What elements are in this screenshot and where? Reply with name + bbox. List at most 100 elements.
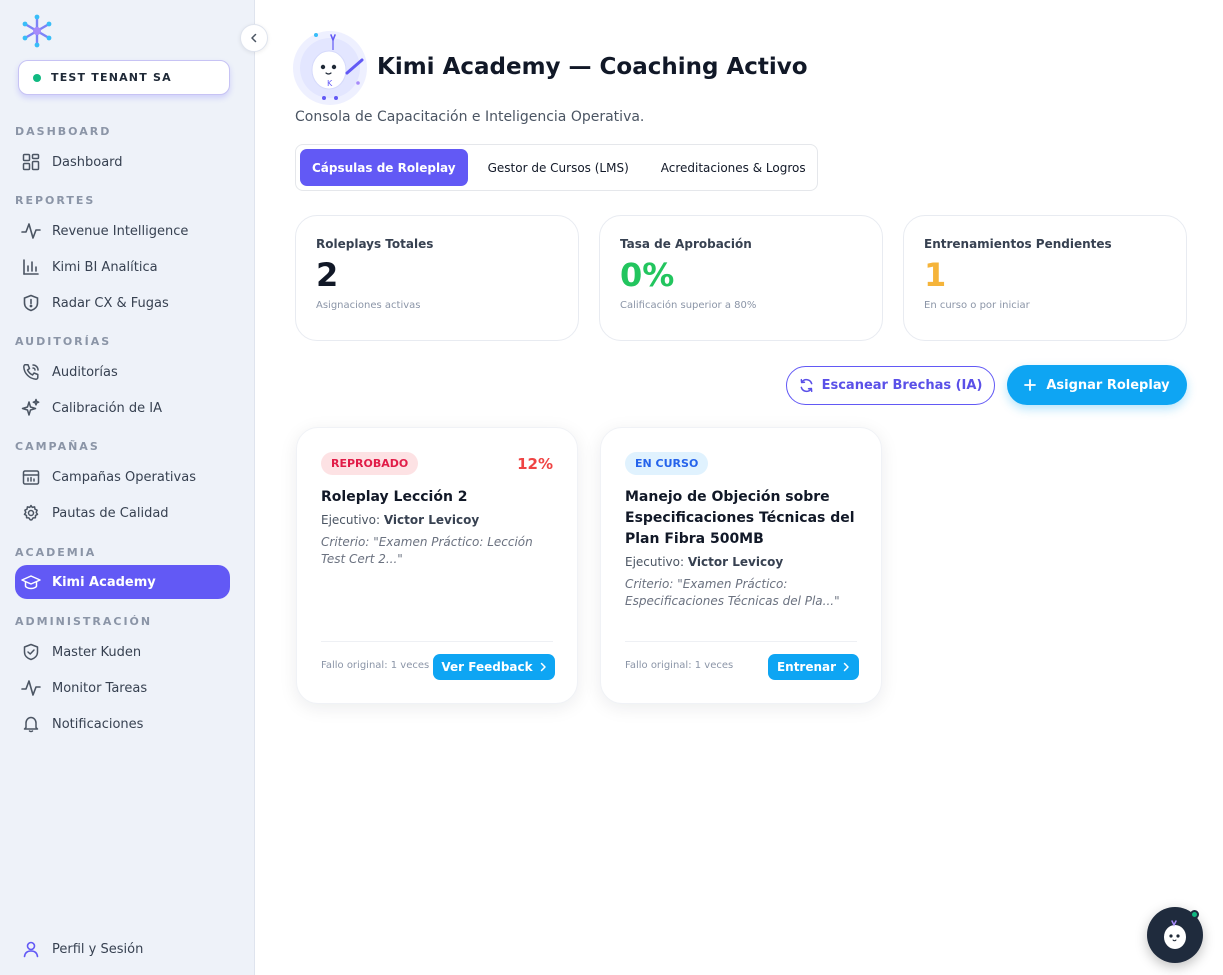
sidebar-item-kimi-bi[interactable]: Kimi BI Analítica xyxy=(15,250,230,284)
collapse-sidebar-button[interactable] xyxy=(240,24,268,52)
assign-roleplay-button[interactable]: Asignar Roleplay xyxy=(1007,365,1187,405)
stat-subtext: Calificación superior a 80% xyxy=(620,300,757,311)
page-title: Kimi Academy — Coaching Activo xyxy=(377,54,808,80)
stat-card-pendientes: Entrenamientos Pendientes 1 En curso o p… xyxy=(903,215,1187,341)
activity-icon xyxy=(21,221,41,241)
bell-icon xyxy=(21,714,41,734)
fail-count: Fallo original: 1 veces xyxy=(321,660,430,671)
app-logo-icon[interactable] xyxy=(20,14,54,48)
sidebar-item-label: Perfil y Sesión xyxy=(52,941,144,957)
refresh-icon xyxy=(800,378,812,393)
stat-value: 1 xyxy=(924,256,947,294)
sidebar-item-calibracion-ia[interactable]: Calibración de IA xyxy=(15,391,230,425)
card-title: Roleplay Lección 2 xyxy=(321,489,468,505)
view-feedback-label: Ver Feedback xyxy=(441,660,533,674)
sidebar-item-dashboard[interactable]: Dashboard xyxy=(15,145,230,179)
sparkles-icon xyxy=(21,398,41,418)
plus-icon xyxy=(1024,379,1037,391)
graduation-cap-icon xyxy=(21,572,41,592)
kimi-assistant-button[interactable] xyxy=(1147,907,1203,963)
sidebar-item-label: Revenue Intelligence xyxy=(52,223,189,239)
executive-name: Victor Levicoy xyxy=(687,555,784,569)
section-label-dashboard: DASHBOARD xyxy=(15,125,112,138)
sidebar-item-revenue-intelligence[interactable]: Revenue Intelligence xyxy=(15,214,230,248)
sidebar-item-label: Dashboard xyxy=(52,154,123,170)
sidebar-item-label: Kimi Academy xyxy=(52,574,156,590)
sidebar-item-label: Pautas de Calidad xyxy=(52,505,169,521)
card-divider xyxy=(321,641,553,642)
stat-label: Roleplays Totales xyxy=(316,237,434,251)
status-badge: EN CURSO xyxy=(625,452,709,475)
svg-text:K: K xyxy=(327,79,333,88)
view-feedback-button[interactable]: Ver Feedback xyxy=(433,654,555,680)
sidebar-item-monitor-tareas[interactable]: Monitor Tareas xyxy=(15,671,230,705)
sidebar-item-label: Auditorías xyxy=(52,364,118,380)
section-label-auditorias: AUDITORÍAS xyxy=(15,335,112,348)
sidebar-item-pautas-calidad[interactable]: Pautas de Calidad xyxy=(15,496,230,530)
chevron-left-icon xyxy=(251,33,257,43)
sidebar-item-auditorias[interactable]: Auditorías xyxy=(15,355,230,389)
chevron-right-icon xyxy=(843,662,849,672)
tab-acreditaciones[interactable]: Acreditaciones & Logros xyxy=(649,149,818,186)
status-badge: REPROBADO xyxy=(321,452,419,475)
executive-label: Ejecutivo: xyxy=(625,555,685,569)
stat-card-roleplays: Roleplays Totales 2 Asignaciones activas xyxy=(295,215,579,341)
phone-icon xyxy=(21,362,41,382)
stat-label: Entrenamientos Pendientes xyxy=(924,237,1112,251)
sidebar-item-campanas-operativas[interactable]: Campañas Operativas xyxy=(15,460,230,494)
tab-gestor-cursos[interactable]: Gestor de Cursos (LMS) xyxy=(476,149,641,186)
train-label: Entrenar xyxy=(776,660,837,674)
tenant-selector[interactable]: TEST TENANT SA xyxy=(18,60,230,95)
section-label-campanas: CAMPAÑAS xyxy=(15,440,100,453)
card-criteria: Criterio: "Examen Práctico: Especificaci… xyxy=(625,577,840,608)
chevron-right-icon xyxy=(540,662,546,672)
tenant-name: TEST TENANT SA xyxy=(51,71,172,84)
section-label-academia: ACADEMIA xyxy=(15,546,97,559)
status-online-icon xyxy=(33,73,41,82)
tab-capsulas-roleplay[interactable]: Cápsulas de Roleplay xyxy=(300,149,468,186)
shield-alert-icon xyxy=(21,293,41,313)
scan-gaps-label: Escanear Brechas (IA) xyxy=(821,378,983,393)
scan-gaps-button[interactable]: Escanear Brechas (IA) xyxy=(786,366,995,405)
roleplay-card: EN CURSO Manejo de Objeción sobre Especi… xyxy=(600,427,882,704)
score-value: 12% xyxy=(517,455,553,473)
stat-subtext: Asignaciones activas xyxy=(316,300,421,311)
online-indicator xyxy=(1190,910,1199,919)
page-subtitle: Consola de Capacitación e Inteligencia O… xyxy=(295,109,645,125)
section-label-administracion: ADMINISTRACIÓN xyxy=(15,615,153,628)
train-button[interactable]: Entrenar xyxy=(768,654,859,680)
card-executive: Ejecutivo: Victor Levicoy xyxy=(321,513,553,527)
user-icon xyxy=(21,939,41,959)
card-criteria: Criterio: "Examen Práctico: Lección Test… xyxy=(321,535,533,566)
sidebar-item-notificaciones[interactable]: Notificaciones xyxy=(15,707,230,741)
shield-check-icon xyxy=(21,642,41,662)
sidebar-item-radar-cx[interactable]: Radar CX & Fugas xyxy=(15,286,230,320)
executive-label: Ejecutivo: xyxy=(321,513,381,527)
sidebar-item-label: Campañas Operativas xyxy=(52,469,196,485)
activity-icon xyxy=(21,678,41,698)
section-label-reportes: REPORTES xyxy=(15,194,96,207)
stat-value: 0% xyxy=(620,256,675,294)
assign-roleplay-label: Asignar Roleplay xyxy=(1046,377,1170,393)
stat-label: Tasa de Aprobación xyxy=(620,237,752,251)
sidebar-item-label: Notificaciones xyxy=(52,716,144,732)
fail-count: Fallo original: 1 veces xyxy=(625,660,734,671)
tab-bar: Cápsulas de Roleplay Gestor de Cursos (L… xyxy=(295,144,818,191)
bar-chart-icon xyxy=(21,257,41,277)
card-executive: Ejecutivo: Victor Levicoy xyxy=(625,555,857,569)
card-title: Manejo de Objeción sobre Especificacione… xyxy=(625,489,855,547)
sidebar-item-label: Master Kuden xyxy=(52,644,142,660)
stat-value: 2 xyxy=(316,256,339,294)
stat-card-aprobacion: Tasa de Aprobación 0% Calificación super… xyxy=(599,215,883,341)
kimi-mascot-icon: K xyxy=(292,28,372,108)
sidebar-item-master-kuden[interactable]: Master Kuden xyxy=(15,635,230,669)
sidebar-item-profile[interactable]: Perfil y Sesión xyxy=(15,932,230,966)
calendar-icon xyxy=(21,467,41,487)
stat-subtext: En curso o por iniciar xyxy=(924,300,1030,311)
gear-icon xyxy=(21,503,41,523)
executive-name: Victor Levicoy xyxy=(383,513,480,527)
sidebar: TEST TENANT SA DASHBOARD Dashboard REPOR… xyxy=(0,0,255,975)
sidebar-item-kimi-academy[interactable]: Kimi Academy xyxy=(15,565,230,599)
sidebar-item-label: Calibración de IA xyxy=(52,400,163,416)
grid-icon xyxy=(21,152,41,172)
